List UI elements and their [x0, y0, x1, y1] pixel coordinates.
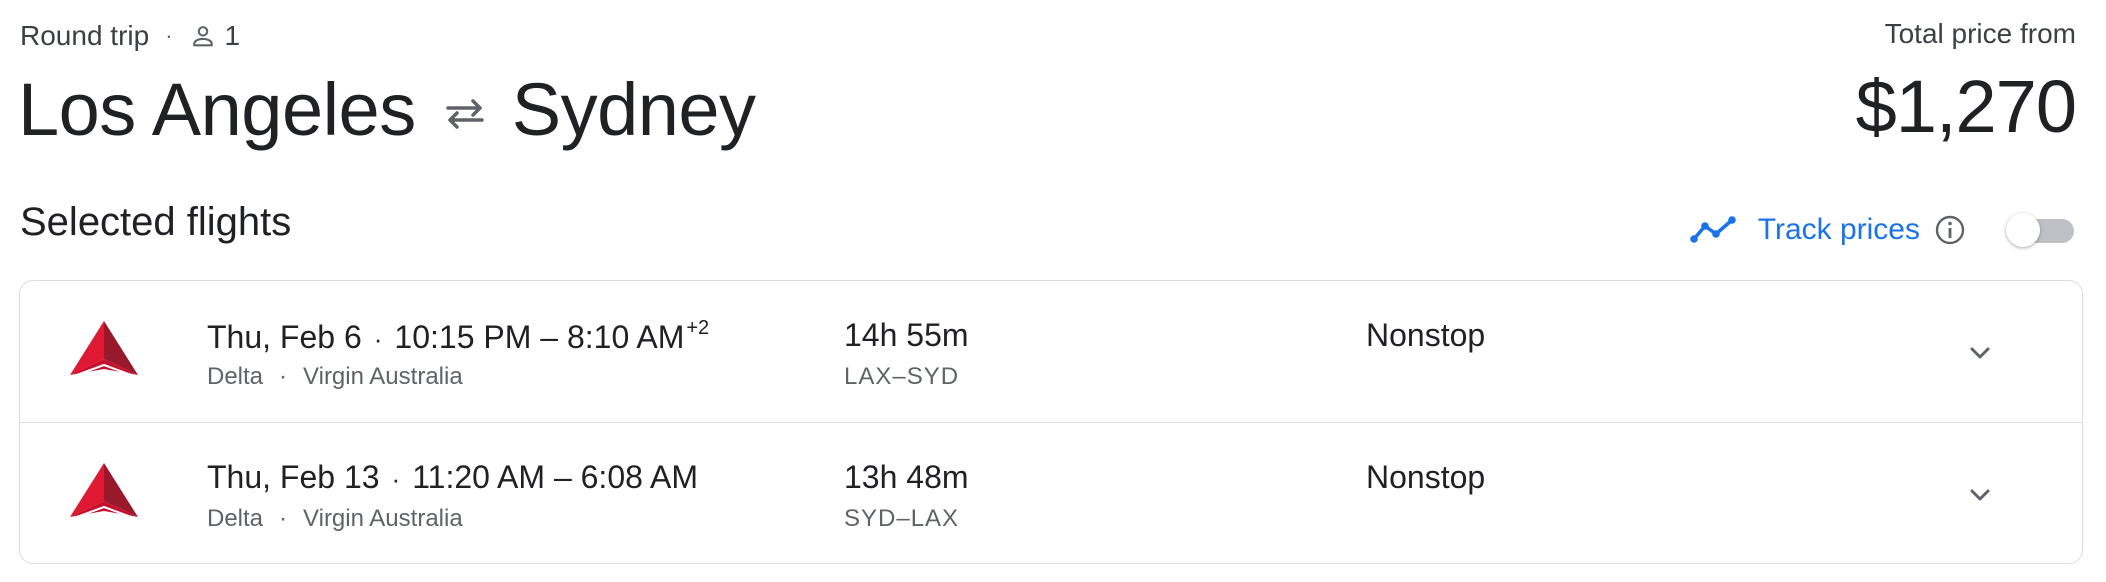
delta-logo-icon: [70, 321, 138, 377]
flight-time-range: 11:20 AM – 6:08 AM: [412, 459, 699, 495]
track-prices-toggle[interactable]: [2006, 213, 2076, 247]
track-prices: Track prices: [1689, 206, 2076, 254]
flight-times: Thu, Feb 13 · 11:20 AM – 6:08 AM: [207, 459, 698, 496]
flight-stops: Nonstop: [1366, 317, 1486, 353]
flight-airports: SYD–LAX: [844, 505, 960, 532]
flight-time-range: 10:15 PM – 8:10 AM: [394, 319, 685, 355]
airline-primary: Delta: [207, 505, 264, 532]
airline-primary: Delta: [207, 363, 264, 390]
total-price: $1,270: [1855, 65, 2077, 148]
chevron-down-icon[interactable]: [1960, 475, 2000, 515]
flight-row-outbound[interactable]: Thu, Feb 6 · 10:15 PM – 8:10 AM +2 Delta · Vi…: [20, 281, 2082, 422]
destination-city: Sydney: [511, 67, 756, 151]
day-offset: +2: [686, 317, 710, 339]
flight-date: Thu, Feb 6: [207, 319, 362, 355]
selected-flights-card: Thu, Feb 6 · 10:15 PM – 8:10 AM +2 Delta · Vi…: [19, 280, 2083, 564]
airline-names: Delta · Virgin Australia: [207, 363, 463, 391]
track-prices-label[interactable]: Track prices: [1758, 213, 1920, 247]
delta-logo-icon: [70, 463, 138, 519]
chevron-down-icon[interactable]: [1960, 333, 2000, 373]
airline-separator: ·: [279, 505, 288, 532]
trip-summary: Round trip · 1: [20, 18, 240, 54]
flight-stops: Nonstop: [1366, 459, 1486, 495]
trip-type-label: Round trip: [20, 20, 150, 51]
trend-line-icon: [1689, 215, 1736, 245]
info-icon[interactable]: [1934, 214, 1966, 246]
swap-arrows-icon: [440, 93, 490, 133]
trip-summary-separator: ·: [165, 23, 173, 48]
airline-secondary: Virgin Australia: [303, 363, 463, 390]
flight-duration: 13h 48m: [844, 459, 969, 495]
airline-secondary: Virgin Australia: [303, 505, 463, 532]
times-separator: ·: [391, 464, 401, 494]
passenger-count: 1: [224, 20, 241, 51]
toggle-knob: [2006, 213, 2040, 247]
origin-city: Los Angeles: [18, 67, 416, 151]
total-price-label: Total price from: [1884, 18, 2076, 49]
flight-date: Thu, Feb 13: [207, 459, 380, 495]
section-title: Selected flights: [20, 200, 292, 244]
route-title: Los Angeles Sydney: [18, 64, 756, 154]
airline-separator: ·: [279, 363, 288, 390]
flight-duration: 14h 55m: [844, 317, 969, 353]
flight-airports: LAX–SYD: [844, 363, 960, 390]
flight-row-return[interactable]: Thu, Feb 13 · 11:20 AM – 6:08 AM Delta · Vir…: [20, 422, 2082, 563]
person-icon: [189, 22, 217, 50]
times-separator: ·: [373, 324, 383, 354]
airline-names: Delta · Virgin Australia: [207, 505, 463, 533]
flight-times: Thu, Feb 6 · 10:15 PM – 8:10 AM +2: [207, 317, 709, 356]
